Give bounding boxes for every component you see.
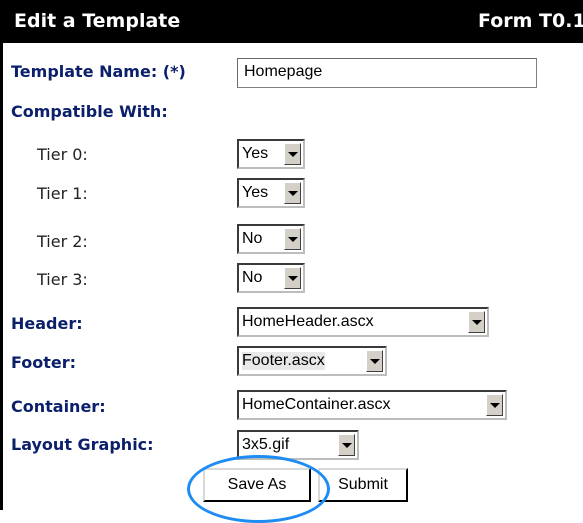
form-id: Form T0.1 bbox=[478, 10, 583, 32]
layout-graphic-label: Layout Graphic: bbox=[11, 435, 154, 454]
chevron-down-icon[interactable] bbox=[284, 228, 301, 250]
tier-1-label: Tier 1: bbox=[37, 184, 88, 203]
compatible-with-label: Compatible With: bbox=[11, 102, 168, 121]
tier-0-label: Tier 0: bbox=[37, 145, 88, 164]
chevron-down-icon[interactable] bbox=[366, 350, 383, 372]
container-select[interactable]: HomeContainer.ascx bbox=[237, 390, 507, 420]
form-title: Edit a Template bbox=[14, 10, 181, 32]
layout-graphic-value: 3x5.gif bbox=[242, 436, 290, 453]
tier-2-select[interactable]: No bbox=[237, 224, 305, 254]
tier-2-value: No bbox=[242, 230, 263, 247]
tier-2-label: Tier 2: bbox=[37, 232, 88, 251]
tier-1-value: Yes bbox=[242, 184, 269, 201]
tier-3-value: No bbox=[242, 269, 263, 286]
tier-0-value: Yes bbox=[242, 145, 269, 162]
footer-value: Footer.ascx bbox=[242, 352, 325, 370]
chevron-down-icon[interactable] bbox=[284, 182, 301, 204]
footer-label: Footer: bbox=[11, 353, 77, 372]
submit-button[interactable]: Submit bbox=[318, 468, 408, 502]
tier-3-select[interactable]: No bbox=[237, 263, 305, 293]
chevron-down-icon[interactable] bbox=[338, 434, 355, 456]
template-name-label: Template Name: (*) bbox=[11, 62, 186, 81]
header-label: Header: bbox=[11, 314, 83, 333]
header-value: HomeHeader.ascx bbox=[242, 313, 374, 330]
tier-0-select[interactable]: Yes bbox=[237, 139, 305, 169]
container-label: Container: bbox=[11, 397, 106, 416]
chevron-down-icon[interactable] bbox=[284, 143, 301, 165]
tier-1-select[interactable]: Yes bbox=[237, 178, 305, 208]
template-name-input[interactable]: Homepage bbox=[237, 58, 537, 88]
header-select[interactable]: HomeHeader.ascx bbox=[237, 307, 489, 337]
title-bar: Edit a Template Form T0.1 bbox=[0, 0, 583, 43]
chevron-down-icon[interactable] bbox=[468, 311, 485, 333]
container-value: HomeContainer.ascx bbox=[242, 396, 391, 413]
footer-select[interactable]: Footer.ascx bbox=[237, 346, 387, 376]
save-as-button[interactable]: Save As bbox=[203, 468, 311, 502]
tier-3-label: Tier 3: bbox=[37, 270, 88, 289]
layout-graphic-select[interactable]: 3x5.gif bbox=[237, 430, 359, 460]
chevron-down-icon[interactable] bbox=[486, 394, 503, 416]
chevron-down-icon[interactable] bbox=[284, 267, 301, 289]
